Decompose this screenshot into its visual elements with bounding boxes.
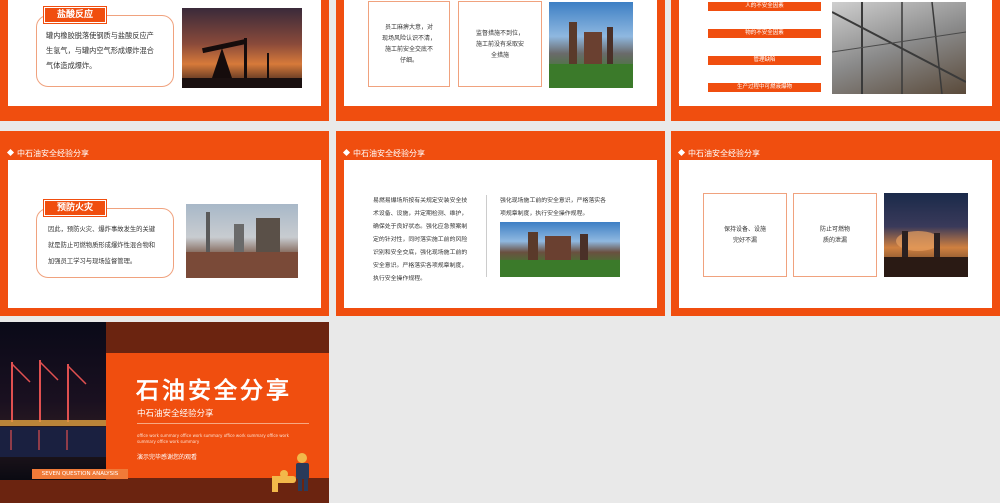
industrial-plant-photo bbox=[549, 2, 633, 88]
section-tag: 盐酸反应 bbox=[44, 7, 106, 23]
refinery-towers bbox=[186, 212, 298, 278]
slide-thumbnail-3[interactable]: 人的不安全因素 物的不安全因素 管理缺陷 生产过程中可燃液爆物 bbox=[671, 0, 1000, 121]
slide-header: 中石油安全经验分享 bbox=[6, 148, 89, 159]
summary-text: office work summary office work summary … bbox=[137, 433, 289, 444]
factor-pill-2: 物的不安全因素 bbox=[708, 29, 821, 38]
slide-thumbnail-1[interactable]: 盐酸反应 罐内橡胶脱落使钢质与盐酸反应产 生氢气，与罐内空气形成爆炸混合 气体造成爆… bbox=[0, 0, 329, 121]
slide-header: 中石油安全经验分享 bbox=[342, 148, 425, 159]
worker-illustration bbox=[272, 453, 309, 492]
oil-pump-sunset-photo bbox=[182, 8, 302, 88]
plant-at-night-photo bbox=[884, 193, 968, 277]
title-divider bbox=[137, 423, 309, 424]
harbor-night-photo bbox=[0, 322, 106, 480]
smoke-stacks bbox=[884, 231, 968, 277]
steel-structure bbox=[500, 232, 620, 277]
measure-box-1: 保持设备、设施 完好不漏 bbox=[703, 193, 787, 277]
body-text: 罐内橡胶脱落使钢质与盐酸反应产 生氢气，与罐内空气形成爆炸混合 气体造成爆炸。 bbox=[46, 31, 154, 70]
cause-box-1: 员工麻痹大意，对 现场风险认识不清， 施工前安全交底不 仔细。 bbox=[368, 1, 450, 87]
body-text: 因此，预防火灾、爆炸事故发生的关键 就是防止可燃物质形成爆炸性混合物和 加强员工学习… bbox=[48, 226, 156, 265]
factor-pill-4: 生产过程中可燃液爆物 bbox=[708, 83, 821, 92]
refinery-photo bbox=[186, 204, 298, 278]
harbor-cranes bbox=[0, 360, 106, 457]
measure-box-2: 防止可燃物 质的泄漏 bbox=[793, 193, 877, 277]
final-slide-thumbnail[interactable]: 石油安全分享 中石油安全经验分享 office work summary off… bbox=[0, 322, 329, 503]
slide-thumbnail-5[interactable]: 中石油安全经验分享 易燃易爆场所按有关规定安装安全技 术设备、设施，并定期检测、维… bbox=[336, 131, 665, 316]
slide-thumbnail-4[interactable]: 中石油安全经验分享 预防火灾 因此，预防火灾、爆炸事故发生的关键 就是防止可燃物质… bbox=[0, 131, 329, 316]
main-title: 石油安全分享 bbox=[136, 378, 292, 404]
pumpjack-silhouette bbox=[182, 38, 302, 88]
slide-thumbnail-6[interactable]: 中石油安全经验分享 保持设备、设施 完好不漏 防止可燃物 质的泄漏 bbox=[671, 131, 1000, 316]
divider bbox=[486, 195, 487, 277]
factor-pill-1: 人的不安全因素 bbox=[708, 2, 821, 11]
right-text: 强化现场施工前的安全意识，严格落实各 项规章制度，执行安全操作规程。 bbox=[500, 198, 607, 217]
metal-frame-lines bbox=[832, 2, 966, 94]
diamond-icon bbox=[6, 148, 15, 157]
diamond-icon bbox=[677, 148, 686, 157]
slide-thumbnail-2[interactable]: 员工麻痹大意，对 现场风险认识不清， 施工前安全交底不 仔细。 监督措施不到位， 施工前… bbox=[336, 0, 665, 121]
analysis-badge: SEVEN QUESTION ANALYSIS bbox=[32, 469, 128, 479]
diamond-icon bbox=[342, 148, 351, 157]
section-tag: 预防火灾 bbox=[44, 200, 106, 216]
steel-frame-photo bbox=[832, 2, 966, 94]
presenter-text: 演示完毕感谢您的观看 bbox=[137, 454, 198, 461]
slide-header: 中石油安全经验分享 bbox=[677, 148, 760, 159]
cause-box-2: 监督措施不到位， 施工前没有采取安 全措施 bbox=[458, 1, 542, 87]
factor-pill-3: 管理缺陷 bbox=[708, 56, 821, 65]
steel-structure bbox=[549, 22, 633, 88]
left-text: 易燃易爆场所按有关规定安装安全技 术设备、设施，并定期检测、维护， 确保处于良好状态… bbox=[373, 198, 468, 282]
subtitle: 中石油安全经验分享 bbox=[137, 409, 214, 419]
industrial-plant-photo bbox=[500, 222, 620, 277]
